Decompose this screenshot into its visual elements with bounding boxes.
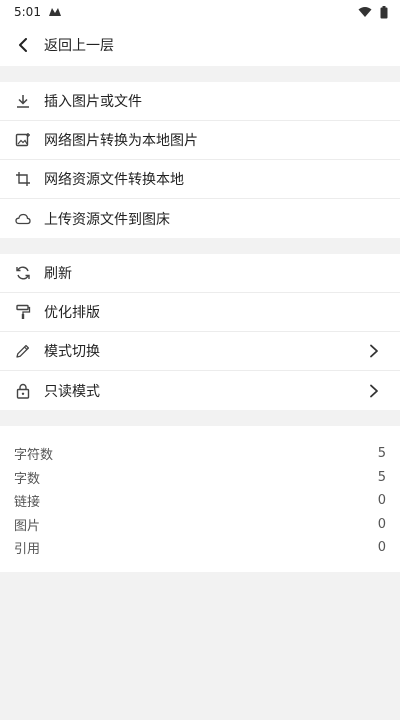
app-notification-icon: [48, 7, 61, 17]
header: 返回上一层: [0, 24, 400, 66]
chevron-right-icon: [366, 383, 382, 399]
stat-value: 5: [377, 469, 386, 485]
status-left: 5:01: [14, 5, 61, 19]
stat-row-chars: 字符数 5: [14, 442, 386, 466]
menu-item-label: 上传资源文件到图床: [44, 211, 170, 228]
status-right: [358, 5, 388, 19]
menu-item-refresh[interactable]: 刷新: [0, 254, 400, 293]
menu-item-label: 只读模式: [44, 383, 100, 400]
download-icon: [14, 92, 32, 110]
menu-item-label: 优化排版: [44, 305, 100, 321]
stat-label: 链接: [14, 495, 41, 511]
status-time: 5:01: [14, 5, 41, 19]
section-gap: [0, 410, 400, 426]
section-gap: [0, 238, 400, 254]
stat-label: 图片: [14, 518, 41, 534]
menu-item-label: 网络资源文件转换本地: [44, 172, 184, 188]
back-label[interactable]: 返回上一层: [44, 35, 114, 55]
stat-row-links: 链接 0: [14, 489, 386, 513]
section-gap: [0, 66, 400, 82]
menu-item-readonly[interactable]: 只读模式: [0, 371, 400, 410]
wifi-icon: [358, 6, 372, 18]
refresh-icon: [14, 264, 32, 282]
stat-value: 5: [377, 446, 386, 462]
stat-value: 0: [377, 540, 386, 556]
menu-item-insert-file[interactable]: 插入图片或文件: [0, 82, 400, 121]
crop-icon: [14, 170, 32, 188]
menu-item-format[interactable]: 优化排版: [0, 293, 400, 332]
menu-item-label: 刷新: [44, 266, 72, 282]
chevron-right-icon: [366, 343, 382, 359]
document-stats: 字符数 5 字数 5 链接 0 图片 0 引用 0: [0, 426, 400, 572]
stat-value: 0: [377, 516, 386, 532]
status-bar: 5:01: [0, 0, 400, 24]
image-add-icon: [14, 131, 32, 149]
menu-item-label: 模式切换: [44, 344, 100, 360]
menu-item-convert-images[interactable]: 网络图片转换为本地图片: [0, 121, 400, 160]
cloud-icon: [14, 210, 32, 228]
battery-icon: [380, 5, 388, 19]
paint-roller-icon: [14, 303, 32, 321]
lock-icon: [14, 382, 32, 400]
menu-group-file: 插入图片或文件 网络图片转换为本地图片 网络资源文件转换本地 上传资源文件到图床: [0, 82, 400, 238]
stat-label: 引用: [14, 542, 41, 558]
menu-item-convert-resources[interactable]: 网络资源文件转换本地: [0, 160, 400, 199]
stat-row-words: 字数 5: [14, 466, 386, 490]
menu-item-upload-resources[interactable]: 上传资源文件到图床: [0, 199, 400, 238]
menu-item-label: 插入图片或文件: [44, 94, 142, 110]
stat-label: 字符数: [14, 448, 54, 464]
back-arrow-icon[interactable]: [12, 34, 34, 56]
stat-value: 0: [377, 493, 386, 509]
menu-item-label: 网络图片转换为本地图片: [44, 133, 198, 149]
menu-item-mode-switch[interactable]: 模式切换: [0, 332, 400, 371]
menu-group-edit: 刷新 优化排版 模式切换 只读模式: [0, 254, 400, 410]
pencil-icon: [14, 342, 32, 360]
stat-row-quotes: 引用 0: [14, 536, 386, 560]
stat-row-images: 图片 0: [14, 513, 386, 537]
stat-label: 字数: [14, 471, 41, 487]
